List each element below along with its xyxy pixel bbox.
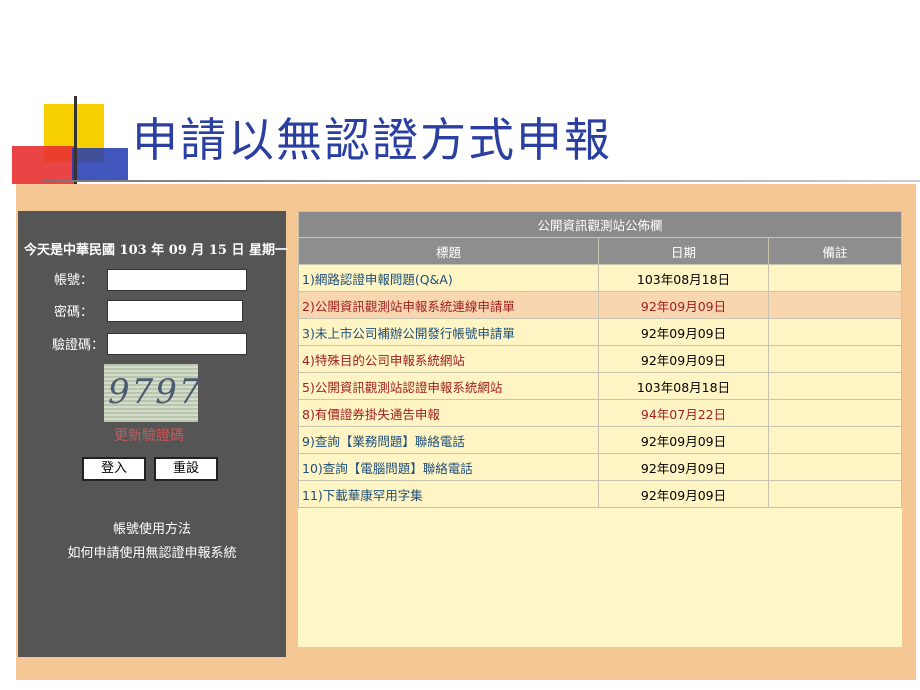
account-help-link[interactable]: 帳號使用方法 <box>18 518 286 537</box>
captcha-image: 9797 <box>104 364 201 422</box>
row-date: 103年08月18日 <box>598 372 769 400</box>
password-label: 密碼： <box>54 305 94 320</box>
row-title-link[interactable]: 9)查詢【業務問題】聯絡電話 <box>298 426 599 454</box>
login-panel: 今天是中華民國 103 年 09 月 15 日 星期一 帳號： 密碼： 驗證碼：… <box>18 211 288 657</box>
decor-horizontal-line <box>42 180 920 182</box>
account-label: 帳號： <box>54 273 94 288</box>
password-input[interactable] <box>107 300 243 322</box>
row-note <box>768 426 902 454</box>
row-title-link[interactable]: 1)網路認證申報問題(Q&A) <box>298 264 599 292</box>
row-title-link[interactable]: 3)未上市公司補辦公開發行帳號申請單 <box>298 318 599 346</box>
row-title-link[interactable]: 4)特殊目的公司申報系統網站 <box>298 345 599 373</box>
col-date: 日期 <box>598 237 769 265</box>
reset-button[interactable]: 重設 <box>154 457 218 481</box>
captcha-text: 9797 <box>108 372 203 412</box>
row-date: 103年08月18日 <box>598 264 769 292</box>
table-row: 8)有價證券掛失通告申報 94年07月22日 <box>298 399 902 427</box>
decor-blue-square <box>72 148 128 182</box>
login-button[interactable]: 登入 <box>82 457 146 481</box>
table-row: 4)特殊目的公司申報系統網站 92年09月09日 <box>298 345 902 373</box>
row-note <box>768 318 902 346</box>
bulletin-title: 公開資訊觀測站公佈欄 <box>298 211 902 238</box>
table-row: 10)查詢【電腦問題】聯絡電話 92年09月09日 <box>298 453 902 481</box>
row-title-link[interactable]: 10)查詢【電腦問題】聯絡電話 <box>298 453 599 481</box>
row-note <box>768 345 902 373</box>
decor-vertical-line <box>74 96 77 188</box>
table-row: 11)下載華康罕用字集 92年09月09日 <box>298 480 902 508</box>
row-note <box>768 291 902 319</box>
row-title-link[interactable]: 2)公開資訊觀測站申報系統連線申請單 <box>298 291 599 319</box>
row-date: 92年09月09日 <box>598 318 769 346</box>
row-note <box>768 399 902 427</box>
row-note <box>768 480 902 508</box>
row-note <box>768 264 902 292</box>
row-date: 92年09月09日 <box>598 426 769 454</box>
col-note: 備註 <box>768 237 902 265</box>
table-row: 5)公開資訊觀測站認證申報系統網站 103年08月18日 <box>298 372 902 400</box>
refresh-captcha-link[interactable]: 更新驗證碼 <box>114 425 184 445</box>
row-date: 92年09月09日 <box>598 291 769 319</box>
table-row: 9)查詢【業務問題】聯絡電話 92年09月09日 <box>298 426 902 454</box>
bulletin-table: 公開資訊觀測站公佈欄 標題 日期 備註 1)網路認證申報問題(Q&A) 103年0… <box>298 211 902 508</box>
row-date: 94年07月22日 <box>598 399 769 427</box>
captcha-label: 驗證碼： <box>52 338 105 353</box>
apply-help-link[interactable]: 如何申請使用無認證申報系統 <box>18 542 286 561</box>
account-input[interactable] <box>107 269 247 291</box>
col-title: 標題 <box>298 237 599 265</box>
row-title-link[interactable]: 8)有價證券掛失通告申報 <box>298 399 599 427</box>
row-note <box>768 372 902 400</box>
table-row: 1)網路認證申報問題(Q&A) 103年08月18日 <box>298 264 902 292</box>
decor-red-square <box>12 146 74 184</box>
row-note <box>768 453 902 481</box>
row-date: 92年09月09日 <box>598 453 769 481</box>
slide-title: 申請以無認證方式申報 <box>132 113 612 167</box>
bulletin-board: 公開資訊觀測站公佈欄 標題 日期 備註 1)網路認證申報問題(Q&A) 103年0… <box>298 211 902 647</box>
captcha-input[interactable] <box>107 333 247 355</box>
table-row: 3)未上市公司補辦公開發行帳號申請單 92年09月09日 <box>298 318 902 346</box>
row-date: 92年09月09日 <box>598 480 769 508</box>
current-date: 今天是中華民國 103 年 09 月 15 日 星期一 <box>24 243 288 258</box>
row-date: 92年09月09日 <box>598 345 769 373</box>
row-title-link[interactable]: 11)下載華康罕用字集 <box>298 480 599 508</box>
table-row: 2)公開資訊觀測站申報系統連線申請單 92年09月09日 <box>298 291 902 319</box>
row-title-link[interactable]: 5)公開資訊觀測站認證申報系統網站 <box>298 372 599 400</box>
